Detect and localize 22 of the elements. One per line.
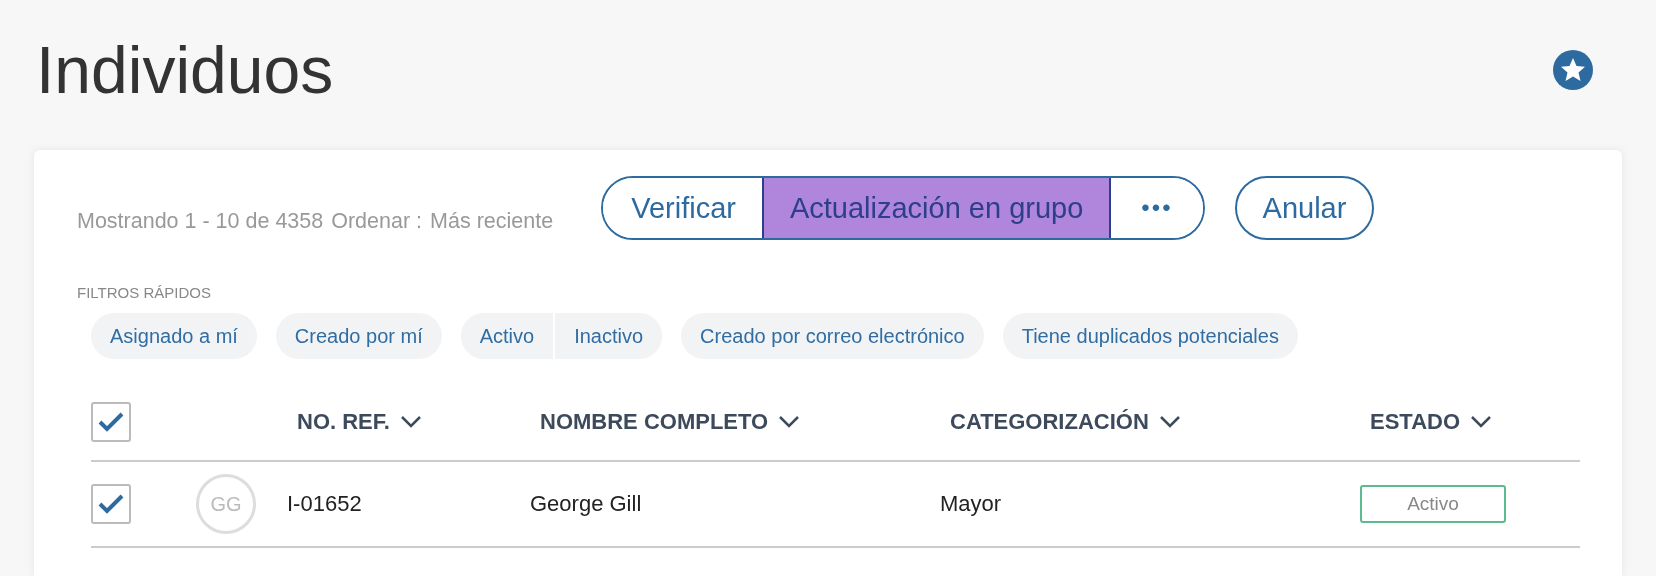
page-title: Individuos xyxy=(35,32,334,108)
column-header[interactable]: ESTADO xyxy=(1370,408,1461,435)
quick-filters-label: FILTROS RÁPIDOS xyxy=(77,284,212,301)
sort-value[interactable]: Más reciente xyxy=(430,208,554,234)
checkbox[interactable] xyxy=(91,484,131,524)
chevron-down-icon[interactable] xyxy=(1158,414,1181,429)
status-badge: Activo xyxy=(1360,485,1506,523)
checkbox[interactable] xyxy=(91,401,131,442)
table-cell-text: Mayor xyxy=(940,491,1003,517)
chevron-down-icon[interactable] xyxy=(1470,414,1493,429)
sort-label: Ordenar : xyxy=(331,208,423,234)
action-button[interactable]: Actualización en grupo xyxy=(761,178,1112,238)
chevron-down-icon[interactable] xyxy=(778,414,801,429)
checkmark-icon xyxy=(98,494,124,514)
column-header[interactable]: CATEGORIZACIÓN xyxy=(950,408,1149,435)
checkmark-icon xyxy=(98,411,124,432)
avatar: GG xyxy=(196,474,256,534)
column-header[interactable]: NO. REF. xyxy=(297,408,390,435)
cancel-button[interactable]: Anular xyxy=(1234,176,1375,240)
chevron-down-icon[interactable] xyxy=(399,414,422,429)
results-count: Mostrando 1 - 10 de 4358 xyxy=(77,208,324,234)
column-header[interactable]: NOMBRE COMPLETO xyxy=(540,408,769,435)
